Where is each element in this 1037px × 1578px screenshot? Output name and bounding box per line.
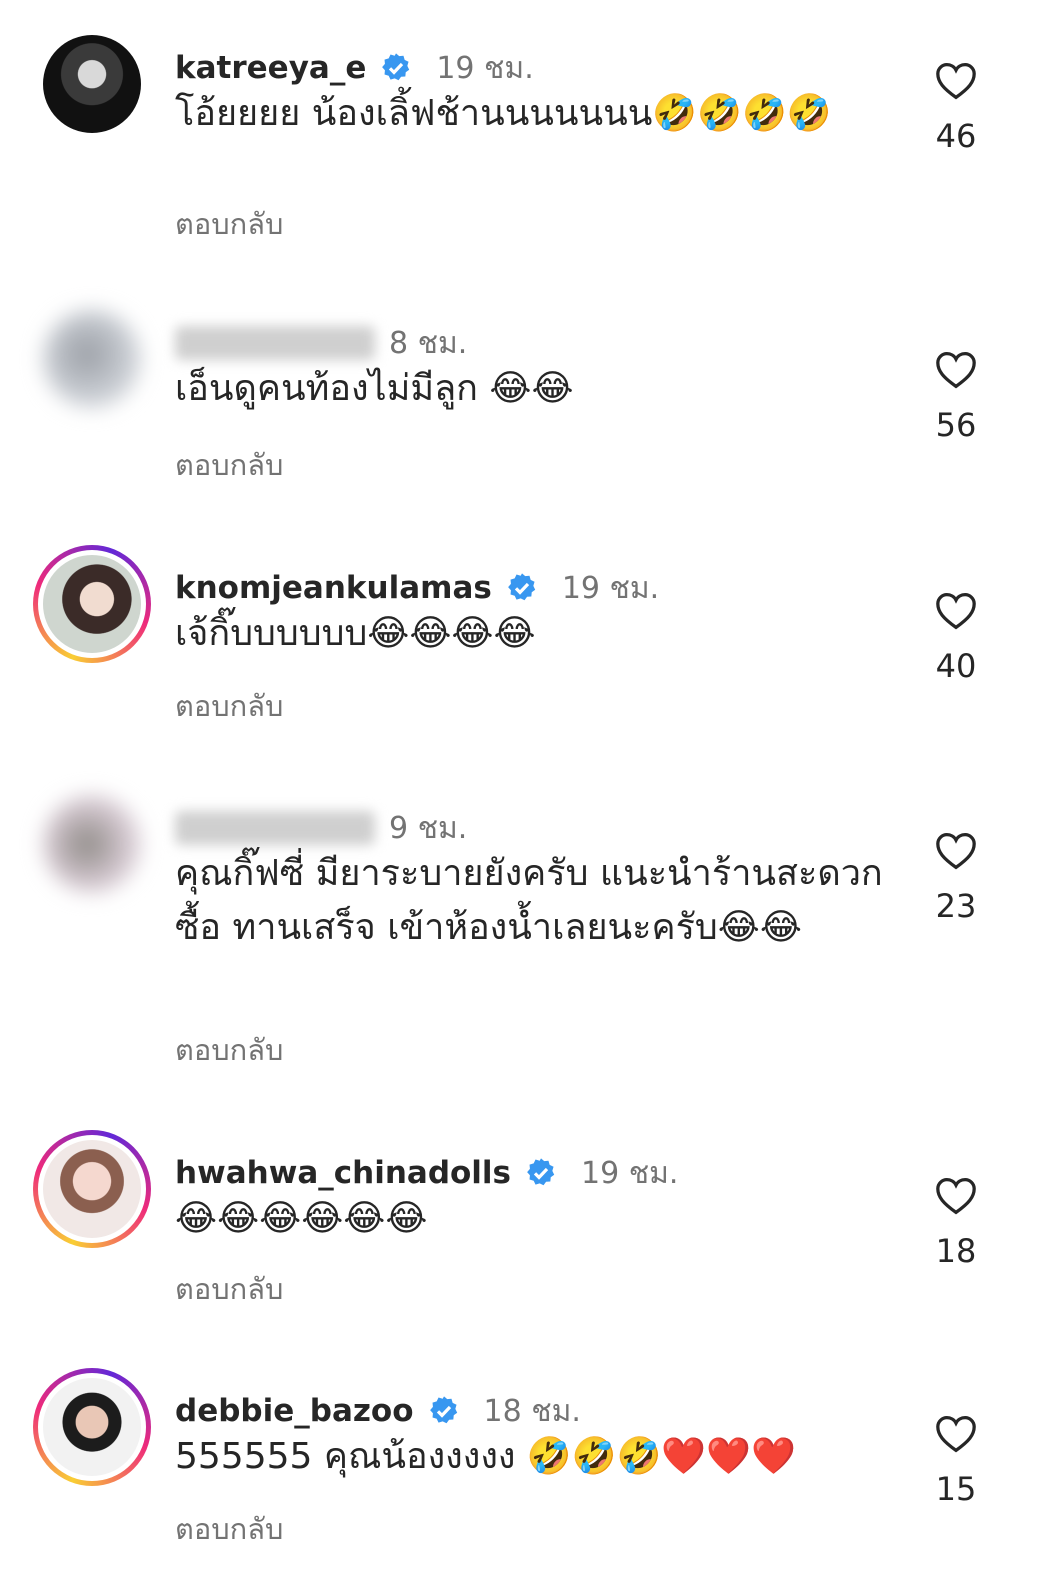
reply-button[interactable]: ตอบกลับ [175,683,283,729]
reply-button[interactable]: ตอบกลับ [175,1506,283,1552]
username[interactable] [175,326,375,360]
heart-outline-icon [936,1177,976,1215]
comment-text: 😂😂😂😂😂😂 [175,1198,428,1239]
comment-time: 19 ชม. [581,1155,679,1191]
username[interactable]: knomjeankulamas [175,570,492,606]
comment-header: hwahwa_chinadolls 19 ชม. [175,1148,678,1198]
avatar[interactable] [33,785,151,903]
comment-time: 18 ชม. [483,1393,581,1429]
comment-time: 9 ชม. [389,810,468,846]
comment-text: เจ้กิ๊บบบบบบ😂😂😂😂 [175,613,536,654]
heart-outline-icon [936,1415,976,1453]
username[interactable]: debbie_bazoo [175,1393,414,1429]
username[interactable]: katreeya_e [175,50,366,86]
verified-badge-icon [382,53,410,81]
heart-outline-icon [936,832,976,870]
comment-header: debbie_bazoo 18 ชม. [175,1386,581,1436]
avatar[interactable] [33,1130,151,1248]
avatar-image [38,1373,146,1481]
like-count: 23 [935,887,977,925]
verified-badge-icon [527,1158,555,1186]
comment-text: โอ้ยยยย น้องเลิ้ฟช้านนนนนนน🤣🤣🤣🤣 [175,93,832,134]
like-count: 15 [935,1470,977,1508]
avatar-image [38,1135,146,1243]
like-button[interactable]: 23 [925,831,987,925]
comment-time: 19 ชม. [436,50,534,86]
like-button[interactable]: 18 [925,1176,987,1270]
like-count: 46 [935,117,977,155]
avatar[interactable] [33,25,151,143]
reply-button[interactable]: ตอบกลับ [175,1027,283,1073]
reply-button[interactable]: ตอบกลับ [175,201,283,247]
comment-text: คุณกิ๊ฟซี่ มียาระบายยังครับ แนะนำร้านสะด… [175,853,883,948]
comment-time: 19 ชม. [561,570,660,606]
like-count: 40 [935,647,977,685]
comment-text: 555555 คุณน้องงงงง 🤣🤣🤣❤️❤️❤️ [175,1436,796,1477]
avatar-image [43,35,141,133]
verified-badge-icon [507,573,536,601]
comment-header: 9 ชม. [175,803,467,853]
heart-outline-icon [936,351,976,389]
username[interactable]: hwahwa_chinadolls [175,1155,511,1191]
like-count: 18 [935,1232,977,1270]
avatar-image [38,550,146,658]
comment-header: katreeya_e 19 ชม. [175,43,534,93]
heart-outline-icon [936,62,976,100]
avatar-image [43,795,141,893]
reply-button[interactable]: ตอบกลับ [175,442,283,488]
avatar-image [43,310,141,408]
like-button[interactable]: 46 [925,61,987,155]
avatar[interactable] [33,1368,151,1486]
avatar[interactable] [33,300,151,418]
comment-text: เอ็นดูคนท้องไม่มีลูก 😂😂 [175,368,574,409]
like-button[interactable]: 15 [925,1414,987,1508]
like-count: 56 [935,406,977,444]
heart-outline-icon [936,592,976,630]
reply-button[interactable]: ตอบกลับ [175,1266,283,1312]
avatar[interactable] [33,545,151,663]
verified-badge-icon [429,1396,457,1424]
like-button[interactable]: 40 [925,591,987,685]
comment-header: knomjeankulamas 19 ชม. [175,563,659,613]
like-button[interactable]: 56 [925,350,987,444]
comment-time: 8 ชม. [389,325,468,361]
username[interactable] [175,811,375,845]
comment-header: 8 ชม. [175,318,467,368]
